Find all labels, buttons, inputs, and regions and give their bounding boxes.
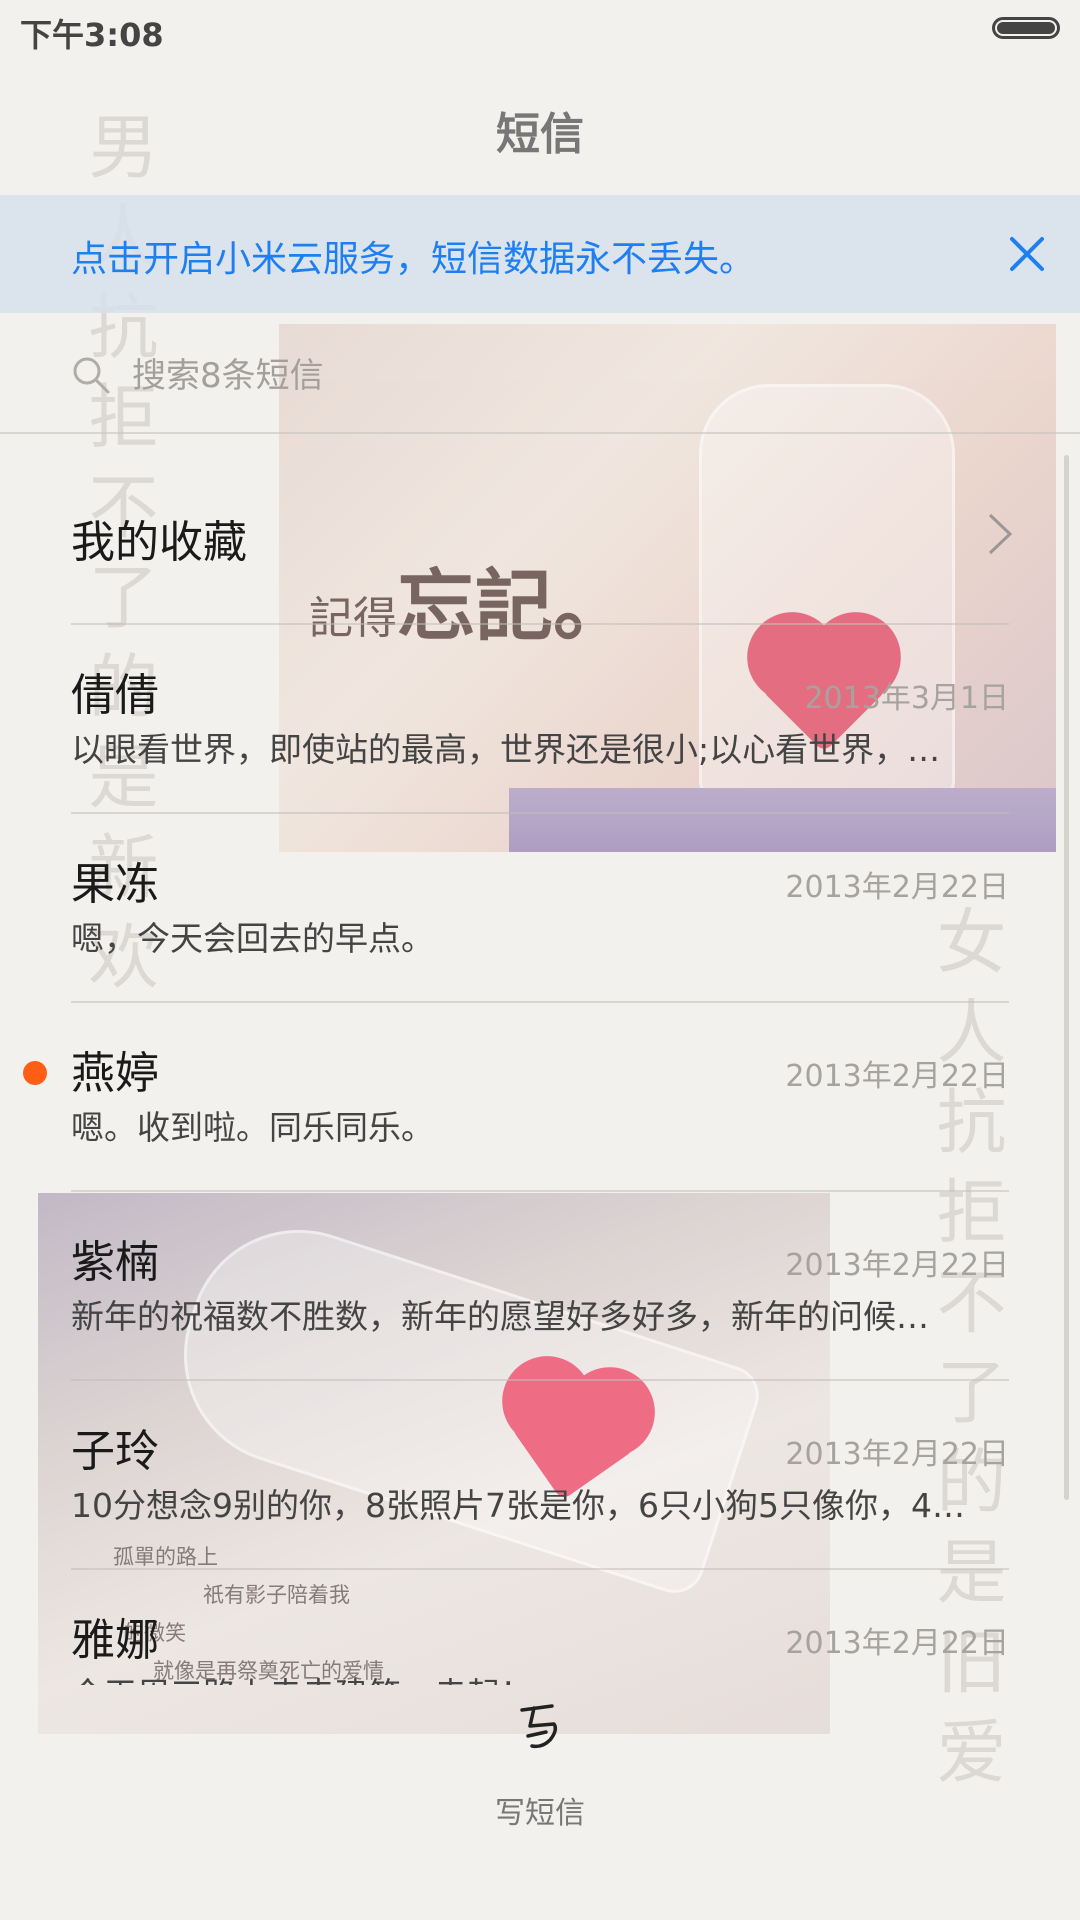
message-date: 2013年2月22日 [785, 1059, 1009, 1094]
compose-label: 写短信 [495, 1796, 585, 1831]
message-date: 2013年2月22日 [785, 870, 1009, 905]
contact-name: 倩倩 [71, 670, 159, 721]
unread-dot-icon [23, 1061, 47, 1085]
message-preview: 嗯，今天会回去的早点。 [71, 919, 434, 958]
chevron-right-icon [988, 513, 1013, 555]
conversation-item[interactable]: 燕婷 2013年2月22日 嗯。收到啦。同乐同乐。 [0, 1001, 1080, 1190]
close-icon[interactable] [1004, 231, 1050, 277]
message-preview: 10分想念9别的你，8张照片7张是你，6只小狗5只像你，4… [71, 1486, 965, 1525]
conversation-item[interactable]: 紫楠 2013年2月22日 新年的祝福数不胜数，新年的愿望好多好多，新年的问候… [0, 1190, 1080, 1379]
message-date: 2013年3月1日 [804, 681, 1009, 716]
status-time: 下午3:08 [20, 16, 164, 54]
cloud-service-banner[interactable]: 点击开启小米云服务，短信数据永不丢失。 [0, 195, 1080, 313]
favorites-label: 我的收藏 [71, 517, 247, 568]
message-date: 2013年2月22日 [785, 1248, 1009, 1283]
conversation-item[interactable]: 果冻 2013年2月22日 嗯，今天会回去的早点。 [0, 812, 1080, 1001]
conversation-list[interactable]: 倩倩 2013年3月1日 以眼看世界，即使站的最高，世界还是很小;以心看世界，…… [0, 623, 1080, 1685]
conversation-item[interactable]: 雅娜 2013年2月22日 今天周三路上走走建筑，走起！ [0, 1568, 1080, 1685]
contact-name: 子玲 [71, 1426, 159, 1477]
contact-name: 雅娜 [71, 1615, 159, 1666]
status-bar: 下午3:08 [0, 0, 1080, 60]
page-title: 短信 [496, 109, 584, 160]
message-date: 2013年2月22日 [785, 1437, 1009, 1472]
cloud-banner-text[interactable]: 点击开启小米云服务，短信数据永不丢失。 [71, 230, 755, 282]
search-icon [73, 357, 110, 394]
message-date: 2013年2月22日 [785, 1626, 1009, 1661]
search-bar[interactable] [0, 322, 1080, 434]
message-preview: 以眼看世界，即使站的最高，世界还是很小;以心看世界，… [71, 730, 941, 769]
search-input[interactable] [130, 350, 934, 402]
compose-button[interactable]: 写短信 [440, 1700, 640, 1831]
scrollbar[interactable] [1064, 455, 1069, 1500]
favorites-row[interactable]: 我的收藏 [0, 433, 1080, 623]
contact-name: 果冻 [71, 859, 159, 910]
compose-icon [520, 1704, 558, 1749]
message-preview: 嗯。收到啦。同乐同乐。 [71, 1108, 434, 1147]
message-preview: 今天周三路上走走建筑，走起！ [71, 1668, 1001, 1685]
battery-icon [992, 17, 1060, 39]
conversation-item[interactable]: 子玲 2013年2月22日 10分想念9别的你，8张照片7张是你，6只小狗5只像… [0, 1379, 1080, 1568]
conversation-item[interactable]: 倩倩 2013年3月1日 以眼看世界，即使站的最高，世界还是很小;以心看世界，… [0, 623, 1080, 812]
message-preview: 新年的祝福数不胜数，新年的愿望好多好多，新年的问候… [71, 1297, 929, 1336]
contact-name: 燕婷 [71, 1048, 159, 1099]
contact-name: 紫楠 [71, 1237, 159, 1288]
